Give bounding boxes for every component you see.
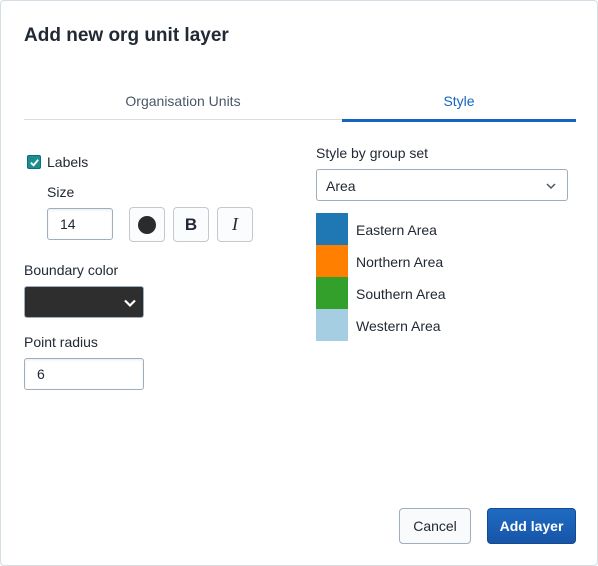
labels-checkbox[interactable] xyxy=(27,155,41,169)
italic-icon: I xyxy=(232,214,238,234)
legend-item: Western Area xyxy=(316,309,516,341)
font-color-button[interactable] xyxy=(129,207,165,242)
legend-label: Southern Area xyxy=(356,286,446,302)
size-label: Size xyxy=(47,184,75,200)
boundary-color-label: Boundary color xyxy=(24,262,119,278)
legend-label: Northern Area xyxy=(356,254,444,270)
group-set-value: Area xyxy=(326,178,356,194)
tab-organisation-units[interactable]: Organisation Units xyxy=(24,81,342,120)
legend-swatch xyxy=(316,309,348,341)
chevron-down-icon xyxy=(546,183,556,190)
labels-checkbox-label[interactable]: Labels xyxy=(47,154,88,170)
tab-bar: Organisation Units Style xyxy=(24,81,576,122)
point-radius-label: Point radius xyxy=(24,334,98,350)
legend-swatch xyxy=(316,245,348,277)
group-legend: Eastern Area Northern Area Southern Area… xyxy=(316,213,516,341)
legend-label: Western Area xyxy=(356,318,441,334)
legend-item: Eastern Area xyxy=(316,213,516,245)
legend-swatch xyxy=(316,277,348,309)
add-layer-dialog: Add new org unit layer Organisation Unit… xyxy=(0,0,598,566)
legend-item: Northern Area xyxy=(316,245,516,277)
italic-button[interactable]: I xyxy=(217,207,253,242)
legend-item: Southern Area xyxy=(316,277,516,309)
tab-style[interactable]: Style xyxy=(342,81,576,122)
bold-button[interactable]: B xyxy=(173,207,209,242)
checkmark-icon xyxy=(29,158,39,167)
filled-circle-icon xyxy=(138,215,156,234)
add-layer-button[interactable]: Add layer xyxy=(487,508,576,544)
cancel-button[interactable]: Cancel xyxy=(399,508,471,544)
group-set-label: Style by group set xyxy=(316,145,429,161)
dialog-title: Add new org unit layer xyxy=(24,25,229,46)
point-radius-input[interactable] xyxy=(24,358,144,390)
legend-label: Eastern Area xyxy=(356,222,437,238)
chevron-down-icon xyxy=(124,299,136,308)
size-input[interactable] xyxy=(47,208,113,240)
boundary-color-picker[interactable] xyxy=(24,286,144,318)
group-set-select[interactable]: Area xyxy=(316,169,568,201)
bold-icon: B xyxy=(184,214,198,234)
legend-swatch xyxy=(316,213,348,245)
